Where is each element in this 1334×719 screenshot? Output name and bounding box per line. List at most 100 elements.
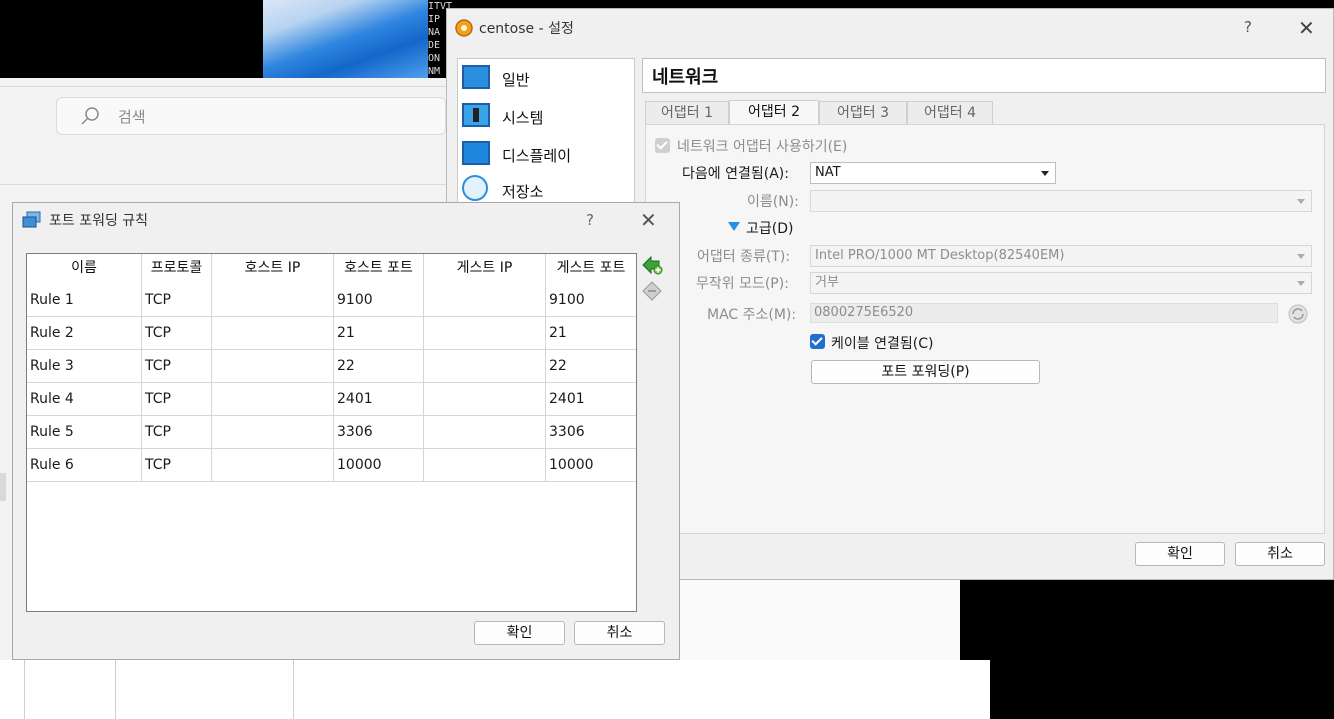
port-forwarding-cancel-button[interactable]: 취소 [574, 621, 665, 645]
cell-host-ip[interactable] [212, 317, 334, 349]
table-row[interactable]: Rule 5 TCP 3306 3306 [27, 416, 636, 449]
cell-host-ip[interactable] [212, 416, 334, 448]
settings-category-list: 일반 시스템 디스플레이 저장소 [457, 58, 635, 208]
name-label: 이름(N): [747, 194, 799, 210]
remove-rule-icon[interactable] [641, 280, 663, 302]
settings-close-button[interactable]: ✕ [1298, 16, 1315, 40]
tab-adapter-3[interactable]: 어댑터 3 [819, 101, 907, 125]
cell-host-port[interactable]: 21 [334, 317, 424, 349]
cable-connected-label: 케이블 연결됨(C) [831, 336, 934, 352]
cell-name[interactable]: Rule 6 [27, 449, 142, 481]
add-rule-icon[interactable] [641, 254, 663, 276]
general-monitor-icon [462, 65, 490, 89]
cell-guest-port[interactable]: 2401 [546, 383, 636, 415]
attached-to-select[interactable]: NAT [810, 162, 1056, 184]
background-column-divider [293, 660, 294, 719]
chevron-down-icon [1297, 254, 1305, 259]
cell-guest-port[interactable]: 22 [546, 350, 636, 382]
search-icon [81, 107, 99, 125]
tab-adapter-2[interactable]: 어댑터 2 [729, 100, 819, 126]
mac-address-field[interactable]: 0800275E6520 [810, 303, 1278, 323]
column-header-name[interactable]: 이름 [27, 254, 142, 285]
settings-help-button[interactable]: ? [1244, 18, 1252, 36]
cell-name[interactable]: Rule 3 [27, 350, 142, 382]
cell-protocol[interactable]: TCP [142, 350, 212, 382]
category-item-general[interactable]: 일반 [458, 61, 634, 97]
cell-protocol[interactable]: TCP [142, 383, 212, 415]
table-row[interactable]: Rule 3 TCP 22 22 [27, 350, 636, 383]
chevron-down-icon [1041, 171, 1049, 176]
cable-connected-checkbox[interactable] [810, 334, 825, 349]
display-monitor-icon [462, 141, 490, 165]
table-row[interactable]: Rule 1 TCP 9100 9100 [27, 284, 636, 317]
column-header-guest-ip[interactable]: 게스트 IP [424, 254, 546, 285]
port-forwarding-close-button[interactable]: ✕ [640, 208, 657, 232]
table-row[interactable]: Rule 4 TCP 2401 2401 [27, 383, 636, 416]
cell-guest-ip[interactable] [424, 383, 546, 415]
adapter-tab-panel [645, 124, 1325, 534]
cell-guest-ip[interactable] [424, 284, 546, 316]
cell-host-port[interactable]: 22 [334, 350, 424, 382]
cell-protocol[interactable]: TCP [142, 449, 212, 481]
promiscuous-mode-label: 무작위 모드(P): [696, 276, 789, 292]
refresh-icon[interactable] [1288, 304, 1308, 324]
enable-adapter-checkbox[interactable] [655, 138, 670, 153]
chevron-down-icon [1297, 199, 1305, 204]
cell-host-port[interactable]: 10000 [334, 449, 424, 481]
cell-guest-ip[interactable] [424, 350, 546, 382]
tab-adapter-4[interactable]: 어댑터 4 [907, 101, 993, 125]
advanced-toggle[interactable]: 고급(D) [746, 218, 793, 238]
cell-guest-ip[interactable] [424, 317, 546, 349]
adapter-type-label: 어댑터 종류(T): [697, 249, 791, 265]
background-column-divider [24, 660, 25, 719]
background-column-divider [115, 660, 116, 719]
cell-guest-port[interactable]: 3306 [546, 416, 636, 448]
column-header-protocol[interactable]: 프로토콜 [142, 254, 212, 285]
table-row[interactable]: Rule 2 TCP 21 21 [27, 317, 636, 350]
column-header-guest-port[interactable]: 게스트 포트 [546, 254, 636, 285]
adapter-type-value: Intel PRO/1000 MT Desktop(82540EM) [815, 248, 1065, 263]
name-select[interactable] [810, 190, 1312, 212]
port-forwarding-ok-button[interactable]: 확인 [474, 621, 565, 645]
promiscuous-mode-select[interactable]: 거부 [810, 272, 1312, 294]
cell-protocol[interactable]: TCP [142, 317, 212, 349]
search-input[interactable] [56, 97, 446, 135]
cell-guest-port[interactable]: 9100 [546, 284, 636, 316]
port-forwarding-help-button[interactable]: ? [586, 211, 594, 229]
expand-triangle-icon[interactable] [728, 222, 740, 232]
cell-host-port[interactable]: 3306 [334, 416, 424, 448]
cell-name[interactable]: Rule 2 [27, 317, 142, 349]
category-label: 저장소 [502, 183, 544, 201]
cell-host-port[interactable]: 9100 [334, 284, 424, 316]
cell-host-ip[interactable] [212, 383, 334, 415]
cell-guest-port[interactable]: 21 [546, 317, 636, 349]
port-forwarding-table: 이름 프로토콜 호스트 IP 호스트 포트 게스트 IP 게스트 포트 Rule… [26, 253, 637, 612]
adapter-type-select[interactable]: Intel PRO/1000 MT Desktop(82540EM) [810, 245, 1312, 267]
search-placeholder: 검색 [118, 108, 146, 126]
cell-guest-ip[interactable] [424, 416, 546, 448]
cell-host-port[interactable]: 2401 [334, 383, 424, 415]
page-title: 네트워크 [652, 67, 719, 88]
cell-name[interactable]: Rule 4 [27, 383, 142, 415]
category-label: 시스템 [502, 109, 544, 127]
attached-to-value: NAT [815, 165, 841, 180]
cell-host-ip[interactable] [212, 350, 334, 382]
tab-adapter-1[interactable]: 어댑터 1 [645, 101, 729, 125]
port-forwarding-button[interactable]: 포트 포워딩(P) [811, 360, 1040, 384]
cell-name[interactable]: Rule 5 [27, 416, 142, 448]
cell-guest-ip[interactable] [424, 449, 546, 481]
table-row[interactable]: Rule 6 TCP 10000 10000 [27, 449, 636, 482]
category-item-system[interactable]: 시스템 [458, 99, 634, 135]
system-chip-icon [462, 103, 490, 127]
cell-protocol[interactable]: TCP [142, 416, 212, 448]
column-header-host-ip[interactable]: 호스트 IP [212, 254, 334, 285]
column-header-host-port[interactable]: 호스트 포트 [334, 254, 424, 285]
cell-host-ip[interactable] [212, 284, 334, 316]
cell-guest-port[interactable]: 10000 [546, 449, 636, 481]
settings-cancel-button[interactable]: 취소 [1235, 542, 1325, 566]
category-item-display[interactable]: 디스플레이 [458, 137, 634, 173]
cell-host-ip[interactable] [212, 449, 334, 481]
cell-protocol[interactable]: TCP [142, 284, 212, 316]
cell-name[interactable]: Rule 1 [27, 284, 142, 316]
settings-ok-button[interactable]: 확인 [1135, 542, 1225, 566]
